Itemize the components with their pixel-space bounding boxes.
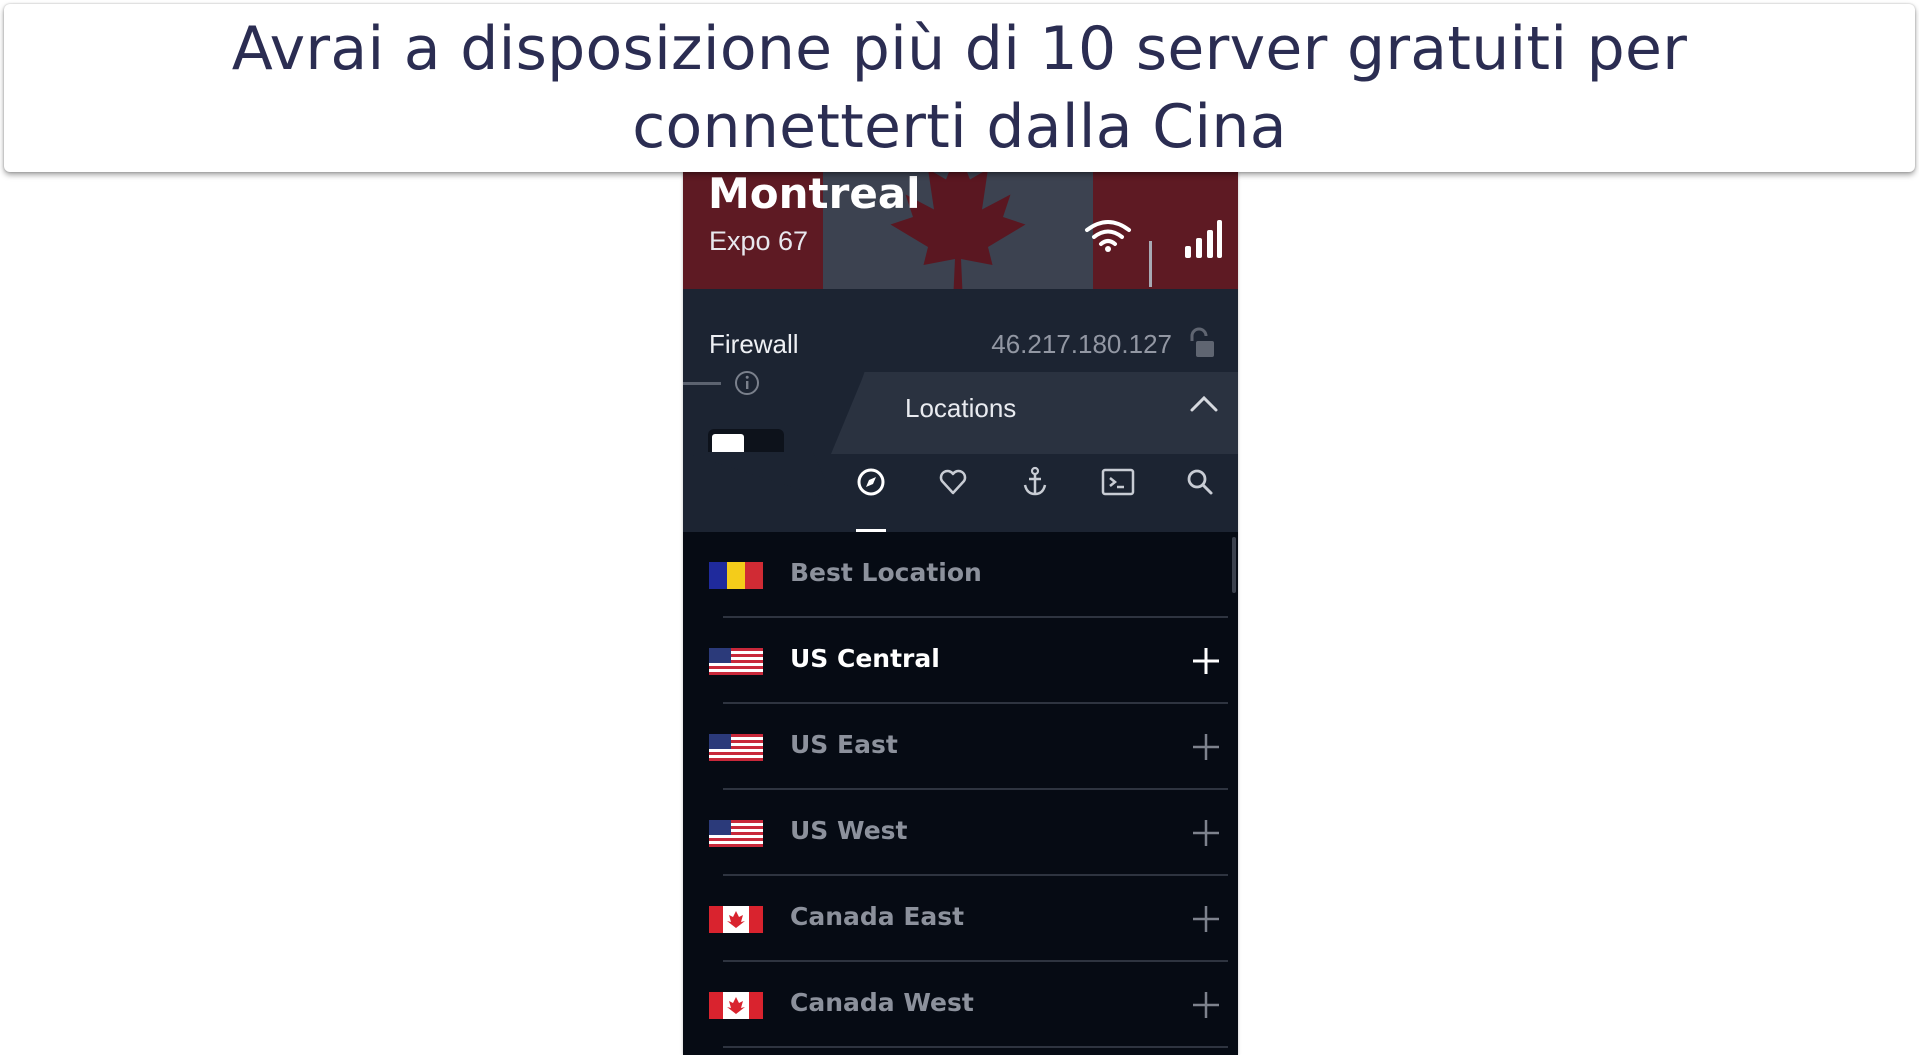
- plus-icon[interactable]: [1190, 989, 1222, 1021]
- vpn-app-window: Montreal Expo 67 Firewall 46.217.180.127: [683, 172, 1238, 1055]
- plus-icon[interactable]: [1190, 731, 1222, 763]
- list-scrollbar[interactable]: [1232, 537, 1236, 593]
- romania-flag-icon: [709, 562, 763, 589]
- location-name: US East: [790, 730, 898, 759]
- list-item-canada-east[interactable]: Canada East: [683, 876, 1228, 962]
- us-flag-icon: [709, 648, 763, 675]
- list-item-us-east[interactable]: US East: [683, 704, 1228, 790]
- canada-flag-icon: [709, 992, 763, 1019]
- plus-icon[interactable]: [1190, 645, 1222, 677]
- location-name: Canada East: [790, 902, 965, 931]
- locations-title[interactable]: Locations: [905, 393, 1016, 424]
- us-flag-icon: [709, 820, 763, 847]
- plus-icon[interactable]: [1190, 903, 1222, 935]
- list-item-us-west[interactable]: US West: [683, 790, 1228, 876]
- compass-icon: [857, 468, 885, 496]
- terminal-icon: [1101, 468, 1135, 496]
- search-icon: [1187, 469, 1213, 495]
- caption-text: Avrai a disposizione più di 10 server gr…: [231, 14, 1688, 162]
- location-name: US West: [790, 816, 908, 845]
- tab-explore[interactable]: [846, 462, 896, 502]
- tab-search[interactable]: [1175, 462, 1225, 502]
- tab-config[interactable]: [1093, 462, 1143, 502]
- list-item-best-location[interactable]: Best Location: [683, 532, 1228, 618]
- tab-static-ip[interactable]: [1010, 462, 1060, 502]
- canada-flag-icon: [709, 906, 763, 933]
- location-name: Canada West: [790, 988, 974, 1017]
- row-divider: [723, 1046, 1228, 1048]
- location-name: Best Location: [790, 558, 982, 587]
- locations-list: Best Location US Central US East US West…: [683, 532, 1238, 1055]
- plus-icon[interactable]: [1190, 817, 1222, 849]
- caption-banner: Avrai a disposizione più di 10 server gr…: [4, 4, 1915, 172]
- anchor-icon: [1023, 466, 1047, 496]
- tab-favorites[interactable]: [928, 462, 978, 502]
- us-flag-icon: [709, 734, 763, 761]
- list-item-us-central[interactable]: US Central: [683, 618, 1228, 704]
- chevron-up-icon[interactable]: [1189, 394, 1219, 414]
- list-item-canada-west[interactable]: Canada West: [683, 962, 1228, 1048]
- location-name: US Central: [790, 644, 940, 673]
- heart-icon: [939, 469, 967, 495]
